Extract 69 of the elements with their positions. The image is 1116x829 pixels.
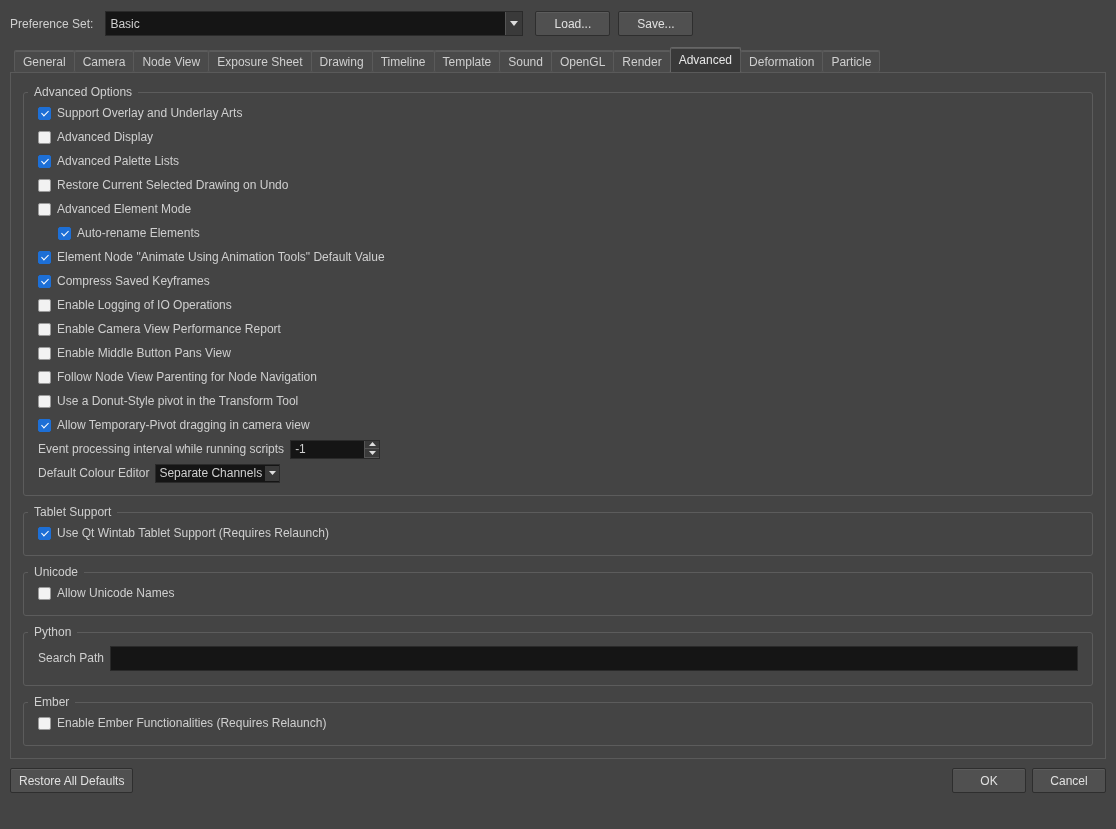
tab[interactable]: Drawing [310, 50, 373, 72]
checkbox[interactable] [38, 526, 51, 540]
top-button[interactable]: Save... [618, 11, 694, 36]
down-arrow-icon[interactable] [368, 450, 376, 455]
restore-defaults-button[interactable]: Restore All Defaults [10, 768, 134, 793]
group-title: Ember [33, 695, 71, 709]
caret-icon [268, 471, 276, 475]
checkbox-label: Restore Current Selected Drawing on Undo [57, 178, 289, 192]
preference-set-label: Preference Set: [10, 16, 94, 31]
checkbox-label: Enable Logging of IO Operations [57, 298, 232, 312]
checkbox[interactable] [38, 370, 51, 384]
tab[interactable]: OpenGL [550, 50, 615, 72]
checkbox[interactable] [38, 586, 51, 600]
checkbox-label: Element Node "Animate Using Animation Tools" Default Value [57, 250, 385, 264]
checkbox-label: Advanced Palette Lists [57, 154, 180, 168]
checkbox[interactable] [38, 178, 51, 192]
tab[interactable]: General [14, 50, 75, 72]
checkbox[interactable] [38, 394, 51, 408]
dialog-button[interactable]: OK [952, 768, 1026, 793]
tab[interactable]: Advanced [669, 47, 742, 72]
checkbox[interactable] [38, 250, 51, 264]
checkbox-label: Use Qt Wintab Tablet Support (Requires Relaunch) [57, 526, 329, 540]
spin-box[interactable]: -1 [290, 439, 381, 459]
checkbox[interactable] [58, 226, 71, 240]
checkbox-label: Enable Ember Functionalities (Requires Relaunch) [57, 716, 327, 730]
preference-set-dropdown[interactable]: Basic [105, 11, 524, 36]
checkbox[interactable] [38, 130, 51, 144]
group-title: Advanced Options [33, 85, 134, 99]
group-title: Python [33, 625, 73, 639]
tab[interactable]: Node View [133, 50, 210, 72]
checkbox[interactable] [38, 154, 51, 168]
tab[interactable]: Template [433, 50, 501, 72]
checkbox-label: Compress Saved Keyframes [57, 274, 210, 288]
group-title: Unicode [33, 565, 80, 579]
field-label: Event processing interval while running scripts [38, 442, 285, 456]
checkbox-label: Use a Donut-Style pivot in the Transform Tool [57, 394, 299, 408]
checkbox[interactable] [38, 418, 51, 432]
checkbox-label: Allow Unicode Names [57, 586, 175, 600]
checkbox-label: Allow Temporary-Pivot dragging in camera view [57, 418, 310, 432]
search-path-field[interactable] [110, 645, 1078, 671]
caret-icon [510, 21, 519, 26]
tab[interactable]: Particle [822, 50, 881, 72]
checkbox-label: Advanced Display [57, 130, 154, 144]
tab[interactable]: Deformation [740, 50, 824, 72]
group-title: Tablet Support [33, 505, 113, 519]
field-label: Search Path [38, 651, 105, 665]
checkbox[interactable] [38, 274, 51, 288]
checkbox[interactable] [38, 346, 51, 360]
dropdown[interactable]: Separate Channels [155, 463, 281, 483]
checkbox-label: Advanced Element Mode [57, 202, 192, 216]
checkbox[interactable] [38, 202, 51, 216]
tab[interactable]: Render [613, 50, 671, 72]
tab[interactable]: Timeline [371, 50, 435, 72]
tab[interactable]: Exposure Sheet [208, 50, 312, 72]
checkbox-label: Enable Camera View Performance Report [57, 322, 281, 336]
up-arrow-icon[interactable] [368, 442, 376, 447]
dialog-button[interactable]: Cancel [1032, 768, 1106, 793]
tab[interactable]: Sound [499, 50, 552, 72]
checkbox[interactable] [38, 322, 51, 336]
top-button[interactable]: Load... [535, 11, 611, 36]
checkbox[interactable] [38, 716, 51, 730]
checkbox-label: Enable Middle Button Pans View [57, 346, 231, 360]
checkbox-label: Auto-rename Elements [77, 226, 200, 240]
checkbox-label: Follow Node View Parenting for Node Navigation [57, 370, 317, 384]
checkbox-label: Support Overlay and Underlay Arts [57, 106, 243, 120]
checkbox[interactable] [38, 106, 51, 120]
checkbox[interactable] [38, 298, 51, 312]
field-label: Default Colour Editor [38, 466, 150, 480]
tab[interactable]: Camera [73, 50, 135, 72]
